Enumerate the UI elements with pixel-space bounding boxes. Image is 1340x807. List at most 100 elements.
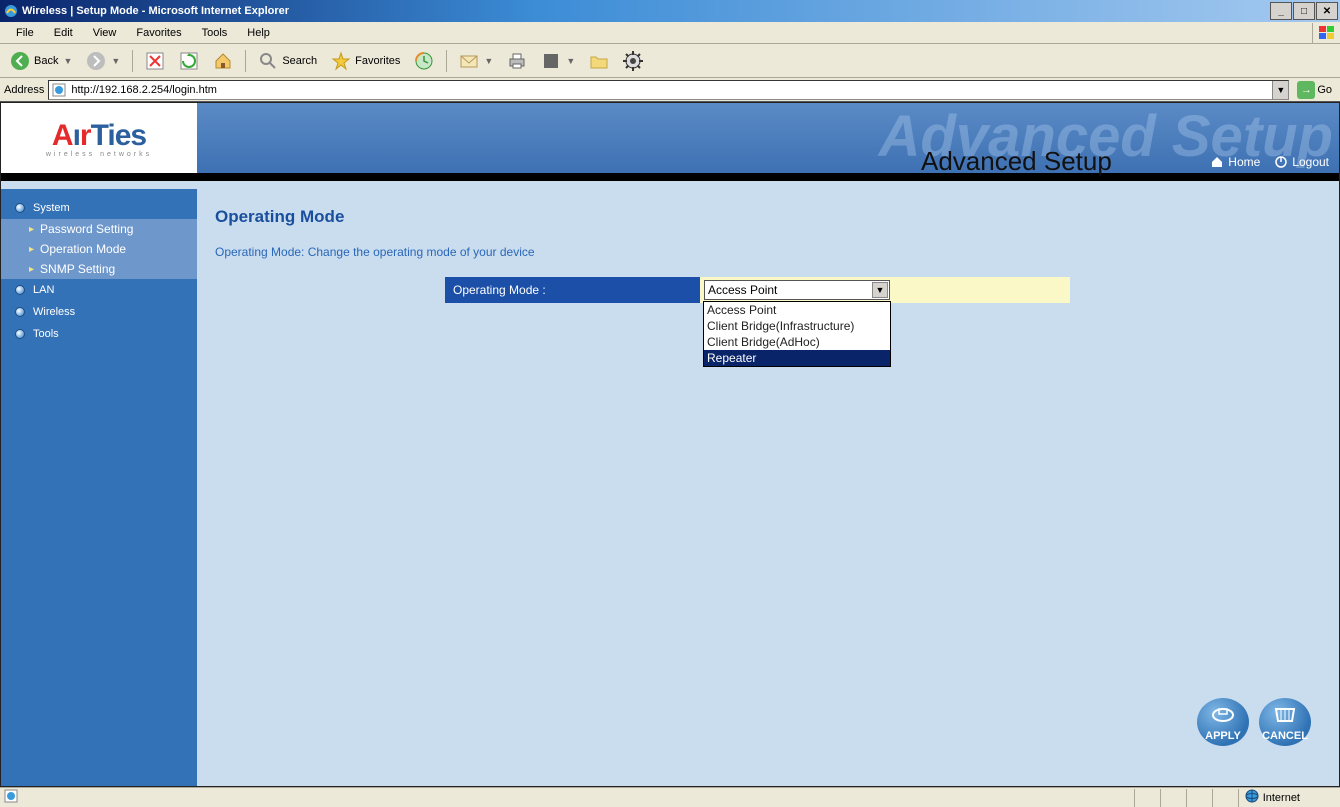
menu-tools[interactable]: Tools [192, 25, 238, 41]
home-icon [213, 51, 233, 71]
cancel-icon [1272, 705, 1298, 725]
option-access-point[interactable]: Access Point [704, 302, 890, 318]
sidebar-item-password-setting[interactable]: ▸ Password Setting [1, 219, 197, 239]
home-link[interactable]: Home [1210, 155, 1260, 169]
favorites-button[interactable]: Favorites [327, 49, 404, 73]
status-cell [1186, 789, 1212, 807]
history-icon [414, 51, 434, 71]
banner-title: Advanced Setup [921, 146, 1112, 177]
toolbar-separator [446, 50, 447, 72]
star-icon [331, 51, 351, 71]
operating-mode-select[interactable]: Access Point ▼ [704, 280, 890, 300]
menu-edit[interactable]: Edit [44, 25, 83, 41]
sidebar-item-snmp-setting[interactable]: ▸ SNMP Setting [1, 259, 197, 279]
main-content: Operating Mode Operating Mode: Change th… [197, 189, 1339, 786]
maximize-button[interactable]: □ [1293, 2, 1315, 20]
toolbar-separator [245, 50, 246, 72]
cancel-label: CANCEL [1262, 730, 1308, 742]
address-dropdown-button[interactable]: ▼ [1272, 81, 1288, 99]
sidebar-item-lan[interactable]: LAN [1, 279, 197, 301]
chevron-down-icon: ▼ [62, 56, 72, 66]
cancel-button[interactable]: CANCEL [1259, 698, 1311, 746]
sidebar: System ▸ Password Setting ▸ Operation Mo… [1, 189, 197, 786]
search-button[interactable]: Search [254, 49, 321, 73]
operating-mode-dropdown: Access Point Client Bridge(Infrastructur… [703, 301, 891, 367]
sidebar-label-snmp: SNMP Setting [40, 262, 115, 276]
discuss-button[interactable] [585, 49, 613, 73]
zone-label: Internet [1263, 792, 1300, 804]
go-button[interactable]: → Go [1293, 81, 1336, 99]
bullet-icon [15, 203, 25, 213]
form-label-operating-mode: Operating Mode : [445, 277, 700, 303]
sidebar-label-lan: LAN [33, 284, 54, 296]
ie-icon [4, 4, 18, 18]
go-label: Go [1317, 84, 1332, 96]
sidebar-item-operation-mode[interactable]: ▸ Operation Mode [1, 239, 197, 259]
close-window-button[interactable]: ✕ [1316, 2, 1338, 20]
home-button[interactable] [209, 49, 237, 73]
refresh-button[interactable] [175, 49, 203, 73]
logout-icon [1274, 155, 1288, 169]
globe-icon [1245, 789, 1259, 806]
logo: AırTies wireless networks [1, 103, 197, 173]
address-input-wrap[interactable]: ▼ [48, 80, 1289, 100]
apply-icon [1209, 705, 1237, 725]
option-client-bridge-adhoc[interactable]: Client Bridge(AdHoc) [704, 334, 890, 350]
stop-button[interactable] [141, 49, 169, 73]
logo-text: AırTies [52, 119, 146, 153]
option-repeater[interactable]: Repeater [704, 350, 890, 366]
edit-button[interactable]: ▼ [537, 49, 579, 73]
apply-button[interactable]: APPLY [1197, 698, 1249, 746]
sidebar-label-password: Password Setting [40, 222, 133, 236]
window-titlebar: Wireless | Setup Mode - Microsoft Intern… [0, 0, 1340, 22]
sidebar-item-tools[interactable]: Tools [1, 323, 197, 345]
chevron-down-icon: ▼ [483, 56, 493, 66]
chevron-down-icon: ▼ [565, 56, 575, 66]
home-icon [1210, 155, 1224, 169]
security-zone: Internet [1238, 789, 1340, 807]
sidebar-item-system[interactable]: System [1, 197, 197, 219]
bullet-icon [15, 285, 25, 295]
menu-view[interactable]: View [83, 25, 127, 41]
mail-button[interactable]: ▼ [455, 49, 497, 73]
select-value: Access Point [708, 283, 777, 297]
addressbar: Address ▼ → Go [0, 78, 1340, 102]
gear-button[interactable] [619, 49, 647, 73]
logout-link[interactable]: Logout [1274, 155, 1329, 169]
option-client-bridge-infra[interactable]: Client Bridge(Infrastructure) [704, 318, 890, 334]
address-input[interactable] [67, 84, 1272, 96]
menu-favorites[interactable]: Favorites [126, 25, 191, 41]
menubar: File Edit View Favorites Tools Help [0, 22, 1340, 44]
windows-logo-icon [1312, 23, 1340, 43]
page-icon [51, 82, 67, 98]
back-label: Back [34, 55, 58, 67]
form-input-cell: Access Point ▼ Access Point Client Bridg… [700, 277, 1070, 303]
sidebar-label-opmode: Operation Mode [40, 242, 126, 256]
logo-subtitle: wireless networks [46, 151, 152, 158]
chevron-down-icon: ▼ [110, 56, 120, 66]
mail-icon [459, 51, 479, 71]
print-button[interactable] [503, 49, 531, 73]
chevron-down-icon: ▼ [872, 282, 888, 298]
webpage-viewport: AırTies wireless networks Advanced Setup… [0, 102, 1340, 787]
menu-file[interactable]: File [6, 25, 44, 41]
status-left [0, 789, 18, 806]
toolbar: Back ▼ ▼ Search Favorites ▼ ▼ [0, 44, 1340, 78]
edit-icon [541, 51, 561, 71]
sidebar-submenu-system: ▸ Password Setting ▸ Operation Mode ▸ SN… [1, 219, 197, 279]
menu-help[interactable]: Help [237, 25, 280, 41]
address-label: Address [4, 84, 44, 96]
back-button[interactable]: Back ▼ [6, 49, 76, 73]
stop-icon [145, 51, 165, 71]
arrow-icon: ▸ [29, 244, 34, 255]
sidebar-item-wireless[interactable]: Wireless [1, 301, 197, 323]
minimize-button[interactable]: _ [1270, 2, 1292, 20]
go-arrow-icon: → [1297, 81, 1315, 99]
print-icon [507, 51, 527, 71]
forward-icon [86, 51, 106, 71]
forward-button[interactable]: ▼ [82, 49, 124, 73]
arrow-icon: ▸ [29, 224, 34, 235]
search-icon [258, 51, 278, 71]
history-button[interactable] [410, 49, 438, 73]
page-title: Operating Mode [215, 207, 1321, 227]
